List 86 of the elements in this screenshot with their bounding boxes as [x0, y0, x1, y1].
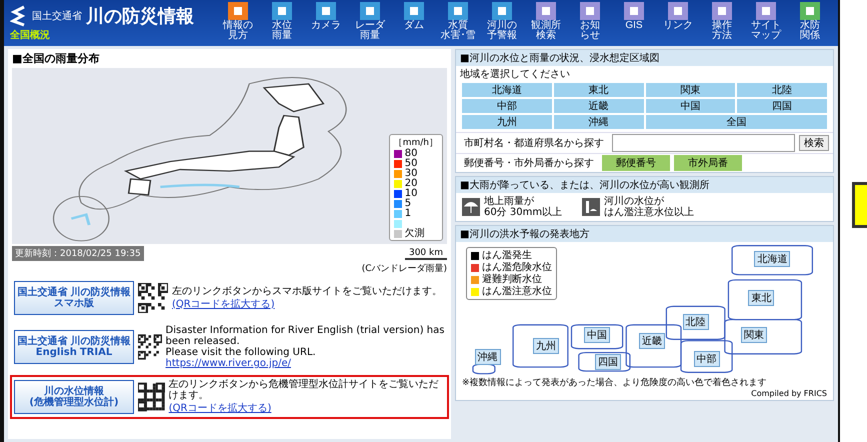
section-title: ■河川の水位と雨量の状況、浸水想定区域図: [456, 50, 833, 66]
region-button[interactable]: 九州: [462, 115, 552, 129]
region-button[interactable]: 中部: [462, 99, 552, 113]
scale-bar: 300 km: [404, 248, 447, 260]
menu-item[interactable]: 情報の 見方: [216, 2, 260, 41]
banner-text: Disaster Information for River English (trial version) has been released. Please visit the following URL.: [166, 325, 445, 358]
region-button[interactable]: 中国: [646, 99, 736, 113]
banner-link[interactable]: (QRコードを拡大する): [172, 296, 442, 310]
map-note: ※複数情報によって発表があった場合、より危険度の高い色で着色されます: [461, 376, 768, 389]
menu-item[interactable]: レーダ 雨量: [348, 2, 392, 41]
region-button[interactable]: 近畿: [554, 99, 644, 113]
region-label[interactable]: 沖縄: [474, 348, 501, 365]
region-label[interactable]: 関東: [741, 327, 767, 344]
update-time: 更新時刻：2018/02/25 19:35: [12, 246, 144, 261]
qr-code-icon: [138, 382, 165, 412]
legend-label: はん濫危険水位: [482, 262, 552, 273]
legend-label: 20: [404, 179, 418, 189]
postal-search-button[interactable]: 市外局番: [674, 155, 742, 171]
legend-unit: ［mm/h］: [394, 137, 438, 148]
gauge-icon: [582, 198, 600, 216]
region-label[interactable]: 東北: [748, 290, 774, 306]
legend-label: 10: [404, 189, 418, 199]
banner-logo[interactable]: 国土交通省 川の防災情報 スマホ版: [14, 281, 134, 315]
alert-text: 河川の水位が: [604, 196, 664, 207]
menu-item[interactable]: ダム: [392, 2, 436, 31]
banner-text: 左のリンクボタンからスマホ版サイトをご覧いただけます。: [172, 286, 442, 296]
region-label[interactable]: 中国: [584, 327, 610, 344]
menu-item[interactable]: 水質 水害･雪: [436, 2, 480, 41]
region-button[interactable]: 北陸: [737, 83, 827, 97]
region-button[interactable]: 全国: [646, 115, 827, 129]
map-caption: (Cバンドレーダ雨量): [360, 262, 447, 275]
region-label[interactable]: 北海道: [754, 250, 790, 267]
section-title: ■河川の洪水予報の発表地方: [456, 226, 833, 242]
alert-text: はん濫注意水位以上: [604, 207, 694, 218]
search-label: 市町村名・都道府県名から探す: [463, 136, 605, 151]
region-button[interactable]: 四国: [737, 99, 827, 113]
menu-item[interactable]: お知 らせ: [568, 2, 612, 41]
section-title: ■大雨が降っている、または、河川の水位が高い観測所: [456, 177, 833, 193]
banner-link[interactable]: (QRコードを拡大する): [168, 401, 445, 415]
legend-label: 5: [404, 199, 412, 209]
alert-text: 地上雨量が: [484, 196, 535, 207]
region-button[interactable]: 関東: [646, 83, 736, 97]
menu-item[interactable]: 河川の 予警報: [480, 2, 524, 41]
postal-search-button[interactable]: 郵便番号: [602, 155, 670, 171]
legend-label: 50: [404, 159, 418, 169]
legend-label: はん濫発生: [482, 250, 532, 261]
page-subtitle: 全国概況: [10, 28, 51, 42]
region-label[interactable]: 北陸: [682, 314, 709, 330]
region-button[interactable]: 沖縄: [554, 115, 644, 129]
menu-item[interactable]: 水防 関係: [788, 2, 832, 41]
region-label[interactable]: 四国: [595, 354, 621, 370]
region-button[interactable]: 東北: [554, 83, 644, 97]
search-button[interactable]: 検索: [799, 135, 829, 151]
menu-item[interactable]: リンク: [656, 2, 700, 31]
legend-label: はん濫注意水位: [482, 286, 552, 297]
legend-label: 欠測: [404, 229, 425, 239]
banner-logo[interactable]: 国土交通省 川の防災情報 English TRIAL: [14, 330, 134, 364]
postal-search-label: 郵便番号・市外局番から探す: [463, 156, 595, 171]
credit-text: Compiled by FRICS: [750, 389, 828, 400]
menu-item[interactable]: 観測所 検索: [524, 2, 568, 41]
alert-text: 60分 30mm以上: [484, 207, 562, 218]
banner-link[interactable]: https://www.river.go.jp/e/: [166, 358, 445, 369]
river-logo-icon: [10, 5, 28, 27]
menu-item[interactable]: 水位 雨量: [260, 2, 304, 41]
panel-title: ■全国の雨量分布: [11, 51, 100, 67]
legend-label: 30: [404, 169, 418, 179]
menu-item[interactable]: カメラ: [304, 2, 348, 31]
region-label[interactable]: 中部: [694, 351, 720, 368]
menu-item[interactable]: 操作 方法: [700, 2, 744, 41]
menu-item[interactable]: サイト マップ: [744, 2, 788, 41]
region-prompt: 地域を選択してください: [459, 68, 571, 82]
site-title: 川の防災情報: [86, 5, 194, 28]
banner-logo[interactable]: 川の水位情報 (危機管理型水位計): [14, 380, 134, 414]
search-field[interactable]: [612, 134, 795, 152]
banner-text: 左のリンクボタンから危機管理型水位計サイトをご覧いただけます。: [168, 379, 440, 401]
ministry-name: 国土交通省: [32, 10, 82, 23]
umbrella-icon: [462, 198, 480, 216]
legend-label: 1: [404, 209, 412, 219]
legend-label: 80: [404, 149, 418, 159]
region-button[interactable]: 北海道: [462, 83, 552, 97]
region-label[interactable]: 近畿: [638, 332, 665, 349]
menu-item[interactable]: GIS: [612, 2, 656, 31]
qr-code-icon: [138, 332, 162, 362]
legend-label: 避難判断水位: [482, 274, 542, 285]
region-label[interactable]: 九州: [532, 338, 559, 354]
qr-code-icon: [138, 283, 168, 313]
